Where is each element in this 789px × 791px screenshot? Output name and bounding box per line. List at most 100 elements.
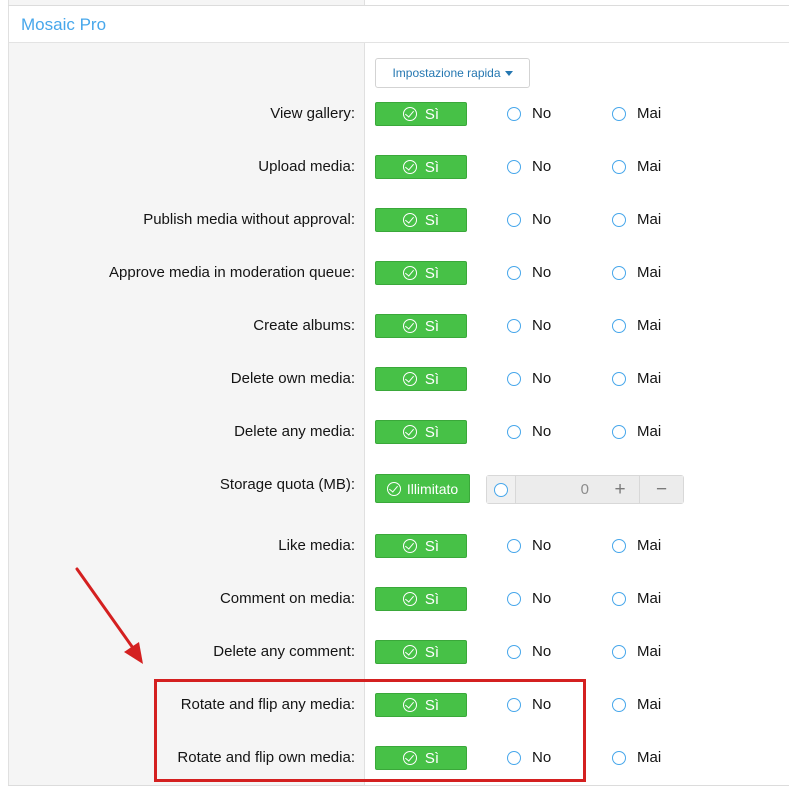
increment-button[interactable]: + xyxy=(601,476,639,503)
delete-own-media-never-radio[interactable]: Mai xyxy=(612,370,661,387)
comment-on-media-never-radio[interactable]: Mai xyxy=(612,590,661,607)
section-title: Mosaic Pro xyxy=(21,15,107,34)
storage-quota-stepper: 0 + − xyxy=(486,475,684,504)
never-label: Mai xyxy=(637,423,662,440)
section-header: Mosaic Pro xyxy=(8,6,789,43)
approve-moderation-never-radio[interactable]: Mai xyxy=(612,264,661,281)
comment-on-media-yes-button[interactable]: Sì xyxy=(375,587,467,611)
radio-icon xyxy=(612,538,626,553)
form-bottom-border xyxy=(8,785,789,786)
check-circle-icon xyxy=(402,107,417,121)
create-albums-no-radio[interactable]: No xyxy=(507,317,551,334)
check-circle-icon xyxy=(402,372,417,386)
radio-icon xyxy=(612,212,626,227)
rotate-flip-own-media-yes-button[interactable]: Sì xyxy=(375,746,467,770)
storage-quota-custom-radio[interactable] xyxy=(487,476,516,503)
storage-quota-unlimited-button[interactable]: Illimitato xyxy=(375,474,470,503)
delete-any-media-yes-button[interactable]: Sì xyxy=(375,420,467,444)
radio-icon xyxy=(507,424,521,439)
no-label: No xyxy=(532,317,552,334)
rotate-flip-own-media-never-radio[interactable]: Mai xyxy=(612,749,661,766)
check-circle-icon xyxy=(402,592,417,606)
yes-label: Sì xyxy=(424,749,440,767)
radio-icon xyxy=(507,591,521,606)
delete-any-media-no-radio[interactable]: No xyxy=(507,423,551,440)
publish-without-approval-no-radio[interactable]: No xyxy=(507,211,551,228)
never-label: Mai xyxy=(637,537,662,554)
permission-label-create-albums: Create albums: xyxy=(253,317,355,334)
no-label: No xyxy=(532,423,552,440)
comment-on-media-no-radio[interactable]: No xyxy=(507,590,551,607)
delete-any-media-never-radio[interactable]: Mai xyxy=(612,423,661,440)
like-media-yes-button[interactable]: Sì xyxy=(375,534,467,558)
check-circle-icon xyxy=(402,645,417,659)
rotate-flip-own-media-no-radio[interactable]: No xyxy=(507,749,551,766)
permission-label-delete-any-media: Delete any media: xyxy=(234,423,355,440)
create-albums-never-radio[interactable]: Mai xyxy=(612,317,661,334)
permission-label-publish-without-approval: Publish media without approval: xyxy=(143,211,355,228)
permission-label-like-media: Like media: xyxy=(278,537,355,554)
radio-icon xyxy=(612,750,626,765)
never-label: Mai xyxy=(637,158,662,175)
publish-without-approval-never-radio[interactable]: Mai xyxy=(612,211,661,228)
never-label: Mai xyxy=(637,590,662,607)
permission-label-rotate-flip-own-media: Rotate and flip own media: xyxy=(177,749,355,766)
no-label: No xyxy=(532,264,552,281)
never-label: Mai xyxy=(637,696,662,713)
no-label: No xyxy=(532,158,552,175)
never-label: Mai xyxy=(637,105,662,122)
storage-quota-input[interactable]: 0 xyxy=(516,476,601,503)
yes-label: Sì xyxy=(424,590,440,608)
radio-icon xyxy=(612,424,626,439)
quick-setting-label: Impostazione rapida xyxy=(392,66,501,80)
never-label: Mai xyxy=(637,749,662,766)
radio-icon xyxy=(612,644,626,659)
radio-icon xyxy=(507,371,521,386)
unlimited-label: Illimitato xyxy=(406,480,459,497)
view-gallery-never-radio[interactable]: Mai xyxy=(612,105,661,122)
check-circle-icon xyxy=(402,213,417,227)
radio-icon xyxy=(494,482,508,497)
rotate-flip-any-media-never-radio[interactable]: Mai xyxy=(612,696,661,713)
radio-icon xyxy=(612,371,626,386)
upload-media-no-radio[interactable]: No xyxy=(507,158,551,175)
check-circle-icon xyxy=(402,751,417,765)
never-label: Mai xyxy=(637,211,662,228)
quick-setting-dropdown[interactable]: Impostazione rapida xyxy=(375,58,530,88)
yes-label: Sì xyxy=(424,105,440,123)
delete-any-comment-no-radio[interactable]: No xyxy=(507,643,551,660)
caret-down-icon xyxy=(504,71,513,76)
yes-label: Sì xyxy=(424,317,440,335)
yes-label: Sì xyxy=(424,158,440,176)
permission-label-delete-own-media: Delete own media: xyxy=(230,370,355,387)
delete-own-media-yes-button[interactable]: Sì xyxy=(375,367,467,391)
yes-label: Sì xyxy=(424,264,440,282)
delete-own-media-no-radio[interactable]: No xyxy=(507,370,551,387)
like-media-never-radio[interactable]: Mai xyxy=(612,537,661,554)
radio-icon xyxy=(612,265,626,280)
rotate-flip-any-media-no-radio[interactable]: No xyxy=(507,696,551,713)
radio-icon xyxy=(507,750,521,765)
radio-icon xyxy=(507,697,521,712)
delete-any-comment-yes-button[interactable]: Sì xyxy=(375,640,467,664)
view-gallery-no-radio[interactable]: No xyxy=(507,105,551,122)
approve-moderation-no-radio[interactable]: No xyxy=(507,264,551,281)
view-gallery-yes-button[interactable]: Sì xyxy=(375,102,467,126)
publish-without-approval-yes-button[interactable]: Sì xyxy=(375,208,467,232)
create-albums-yes-button[interactable]: Sì xyxy=(375,314,467,338)
permission-label-delete-any-comment: Delete any comment: xyxy=(213,643,355,660)
check-circle-icon xyxy=(402,266,417,280)
no-label: No xyxy=(532,590,552,607)
radio-icon xyxy=(507,212,521,227)
permission-label-view-gallery: View gallery: xyxy=(270,105,355,122)
radio-icon xyxy=(612,318,626,333)
delete-any-comment-never-radio[interactable]: Mai xyxy=(612,643,661,660)
rotate-flip-any-media-yes-button[interactable]: Sì xyxy=(375,693,467,717)
approve-moderation-yes-button[interactable]: Sì xyxy=(375,261,467,285)
upload-media-yes-button[interactable]: Sì xyxy=(375,155,467,179)
like-media-no-radio[interactable]: No xyxy=(507,537,551,554)
upload-media-never-radio[interactable]: Mai xyxy=(612,158,661,175)
check-circle-icon xyxy=(386,481,401,496)
permission-label-comment-on-media: Comment on media: xyxy=(219,590,355,607)
decrement-button[interactable]: − xyxy=(639,476,683,503)
